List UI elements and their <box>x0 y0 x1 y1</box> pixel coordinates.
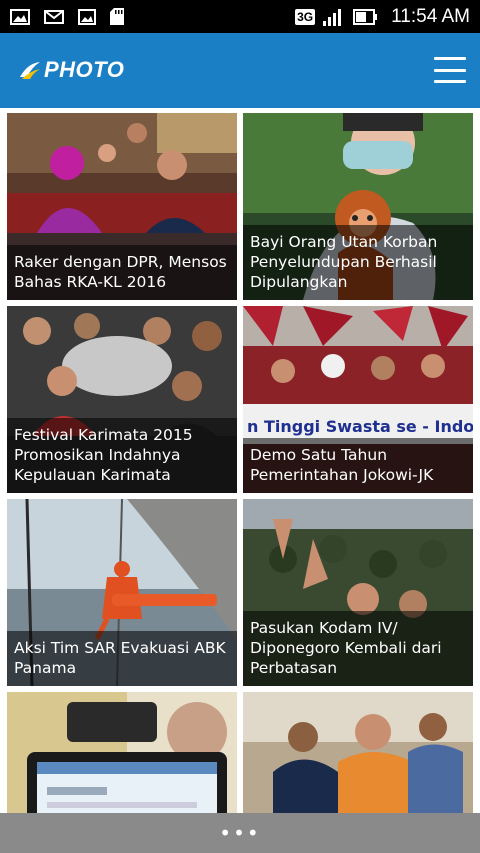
hamburger-menu-icon[interactable] <box>434 57 466 83</box>
app-bar: PHOTO <box>0 33 480 108</box>
mail-icon <box>44 9 64 24</box>
photo-caption: Aksi Tim SAR Evakuasi ABK Panama <box>7 631 237 686</box>
photo-card[interactable]: n Tinggi Swasta se - Indo Demo Satu Tahu… <box>243 306 473 493</box>
signal-icon <box>323 8 342 26</box>
picture-icon <box>78 8 96 25</box>
photo-thumbnail <box>7 692 237 813</box>
banner-text: n Tinggi Swasta se - Indo <box>247 417 473 436</box>
photo-card[interactable] <box>7 692 237 813</box>
image-icon <box>10 8 30 25</box>
app-title: PHOTO <box>44 57 125 82</box>
photo-card[interactable]: Festival Karimata 2015 Promosikan Indahn… <box>7 306 237 493</box>
clock: 11:54 AM <box>391 5 470 27</box>
notification-icons <box>10 8 124 25</box>
photo-card[interactable]: Pasukan Kodam IV/ Diponegoro Kembali dar… <box>243 499 473 686</box>
sdcard-icon <box>110 8 124 25</box>
photo-caption: Bayi Orang Utan Korban Penyelundupan Ber… <box>243 225 473 300</box>
overflow-menu-bar[interactable]: ••• <box>0 813 480 853</box>
battery-icon <box>353 8 378 25</box>
photo-caption: Festival Karimata 2015 Promosikan Indahn… <box>7 418 237 493</box>
logo-swoosh-icon <box>20 62 40 79</box>
photo-thumbnail <box>243 692 473 813</box>
photo-caption: Raker dengan DPR, Mensos Bahas RKA-KL 20… <box>7 245 237 300</box>
photo-card[interactable]: Raker dengan DPR, Mensos Bahas RKA-KL 20… <box>7 113 237 300</box>
more-dots-icon: ••• <box>219 821 261 845</box>
photo-caption: Pasukan Kodam IV/ Diponegoro Kembali dar… <box>243 611 473 686</box>
photo-card[interactable]: Aksi Tim SAR Evakuasi ABK Panama <box>7 499 237 686</box>
status-bar: 3G 11:54 AM <box>0 0 480 33</box>
photo-card[interactable]: Bayi Orang Utan Korban Penyelundupan Ber… <box>243 113 473 300</box>
app-logo[interactable]: PHOTO <box>18 57 124 83</box>
network-type-badge: 3G <box>295 8 316 25</box>
photo-caption: Demo Satu Tahun Pemerintahan Jokowi-JK <box>243 438 473 493</box>
photo-card[interactable] <box>243 692 473 813</box>
photo-grid: Raker dengan DPR, Mensos Bahas RKA-KL 20… <box>0 108 480 813</box>
